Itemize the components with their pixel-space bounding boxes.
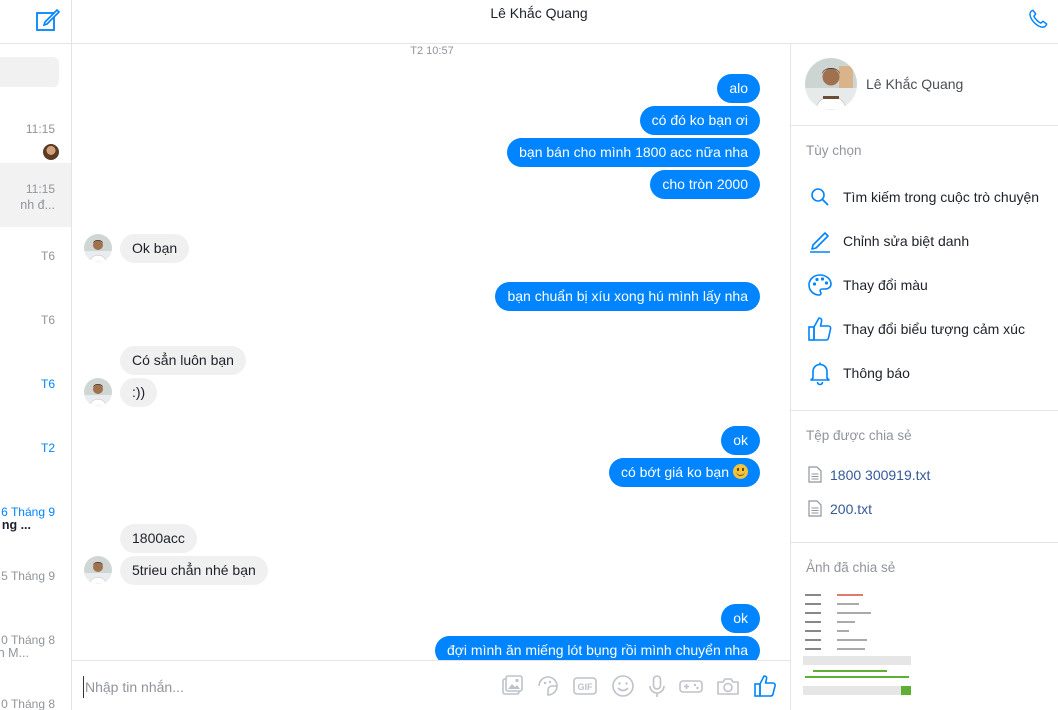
conversation-preview: nh đ... [20, 198, 55, 212]
conversation-time: 11:15 [25, 182, 55, 196]
conversation-time: 6 Tháng 9 [1, 505, 55, 519]
emoji-icon[interactable] [610, 673, 636, 699]
outgoing-message[interactable]: ok [721, 604, 760, 633]
outgoing-message[interactable]: đợi mình ăn miếng lót bụng rồi mình chuy… [434, 636, 760, 660]
incoming-message[interactable]: :)) [120, 378, 158, 407]
message-composer: GIF [72, 660, 790, 710]
conversation-preview: n M... [0, 646, 29, 660]
file-name: 200.txt [830, 501, 873, 517]
incoming-message[interactable]: 1800acc [120, 524, 197, 553]
incoming-message[interactable]: 5trieu chẳn nhé bạn [120, 556, 268, 585]
option-change-emoji[interactable]: Thay đổi biểu tượng cảm xúc [805, 315, 1055, 343]
shared-file[interactable]: 200.txt [808, 498, 1048, 520]
divider [791, 125, 1058, 126]
conversation-item[interactable]: 0 Tháng 8 [0, 678, 71, 710]
phone-icon[interactable] [1027, 8, 1049, 30]
conversation-time: 0 Tháng 8 [1, 697, 55, 710]
contact-avatar[interactable] [84, 556, 112, 584]
thumbs-up-icon [808, 317, 832, 341]
contact-avatar[interactable] [84, 378, 112, 406]
conversation-item[interactable]: 11:15 nh đ... [0, 163, 71, 227]
shared-file[interactable]: 1800 300919.txt [808, 464, 1048, 486]
outgoing-message[interactable]: bạn bán cho mình 1800 acc nữa nha [507, 138, 760, 167]
shared-photos-section-title[interactable]: Ảnh đã chia sẻ [806, 560, 895, 575]
svg-text:GIF: GIF [578, 682, 594, 692]
option-search-conversation[interactable]: Tìm kiếm trong cuộc trò chuyện [805, 183, 1055, 211]
file-icon [808, 500, 822, 517]
like-button-icon[interactable] [752, 673, 778, 699]
options-section-title[interactable]: Tùy chọn [806, 143, 862, 158]
conversation-time: T6 [40, 249, 55, 263]
option-label: Thay đổi biểu tượng cảm xúc [843, 321, 1025, 337]
outgoing-message[interactable]: bạn chuẩn bị xíu xong hú mình lấy nha [495, 282, 760, 311]
option-change-color[interactable]: Thay đổi màu [805, 271, 1055, 299]
conversation-item[interactable]: T6 [0, 294, 71, 358]
chat-title: Lê Khắc Quang [490, 5, 588, 21]
outgoing-message[interactable]: ok [721, 426, 760, 455]
outgoing-message[interactable]: có đó ko bạn ơi [639, 106, 760, 135]
conversation-time: 0 Tháng 8 [1, 633, 55, 647]
option-label: Tìm kiếm trong cuộc trò chuyện [843, 189, 1040, 205]
contact-avatar[interactable] [84, 234, 112, 262]
game-icon[interactable] [678, 673, 704, 699]
message-thread: T2 10:57 alo có đó ko bạn ơi bạn bán cho… [72, 44, 790, 660]
conversation-item[interactable]: T6 [0, 358, 71, 422]
photo-icon[interactable] [499, 673, 525, 699]
conversation-info-panel: Lê Khắc Quang Tùy chọn Tìm kiếm trong cu… [790, 44, 1058, 710]
conversation-preview: ng ... [1, 518, 31, 532]
incoming-message[interactable]: Ok bạn [120, 234, 190, 263]
divider [791, 542, 1058, 543]
camera-icon[interactable] [715, 673, 741, 699]
outgoing-message[interactable]: có bớt giá ko bạn [608, 458, 760, 487]
profile-name[interactable]: Lê Khắc Quang [866, 76, 963, 92]
conversation-item[interactable]: 0 Tháng 8 n M... [0, 614, 71, 678]
option-label: Thay đổi màu [843, 277, 928, 293]
microphone-icon[interactable] [644, 673, 670, 699]
shared-files-section-title[interactable]: Tệp được chia sẻ [806, 428, 912, 443]
conversation-item[interactable]: T2 [0, 422, 71, 486]
conversation-time: 11:15 [25, 122, 55, 136]
conversation-time: T2 [40, 441, 55, 455]
incoming-message[interactable]: Có sẳn luôn bạn [120, 346, 246, 375]
search-icon [811, 188, 829, 206]
option-notifications[interactable]: Thông báo [805, 359, 1055, 387]
conversation-time: T6 [40, 313, 55, 327]
conversation-search-input[interactable] [0, 57, 59, 87]
message-input[interactable] [83, 676, 483, 698]
option-edit-nickname[interactable]: Chỉnh sửa biệt danh [805, 227, 1055, 255]
conversation-time: T6 [40, 377, 55, 391]
profile-avatar[interactable] [805, 58, 857, 110]
bell-icon [810, 362, 830, 386]
message-text: có bớt giá ko bạn [620, 464, 729, 480]
file-name: 1800 300919.txt [830, 467, 931, 483]
shared-photo-thumbnail[interactable] [803, 590, 913, 702]
conversation-item[interactable]: 5 Tháng 9 [0, 550, 71, 614]
conversation-item[interactable]: T6 [0, 230, 71, 294]
conversation-item[interactable]: 6 Tháng 9 ng ... [0, 486, 71, 550]
conversation-item[interactable]: 11:15 [0, 103, 71, 167]
outgoing-message[interactable]: alo [717, 74, 760, 103]
thread-timestamp: T2 10:57 [410, 45, 454, 57]
conversation-time: 5 Tháng 9 [1, 569, 55, 583]
option-label: Thông báo [843, 365, 910, 381]
file-icon [808, 466, 822, 483]
palette-icon [808, 274, 832, 296]
mini-avatar [43, 144, 59, 160]
option-label: Chỉnh sửa biệt danh [843, 233, 970, 249]
sticker-icon[interactable] [535, 673, 561, 699]
chat-header: Lê Khắc Quang [72, 0, 1058, 44]
outgoing-message[interactable]: cho tròn 2000 [650, 170, 760, 199]
smile-emoji-icon [733, 464, 748, 479]
gif-icon[interactable]: GIF [572, 673, 598, 699]
conversation-list: 11:15 11:15 nh đ... T6 T6 T6 T2 6 Tháng … [0, 0, 72, 710]
divider [791, 410, 1058, 411]
pencil-icon [810, 232, 830, 253]
